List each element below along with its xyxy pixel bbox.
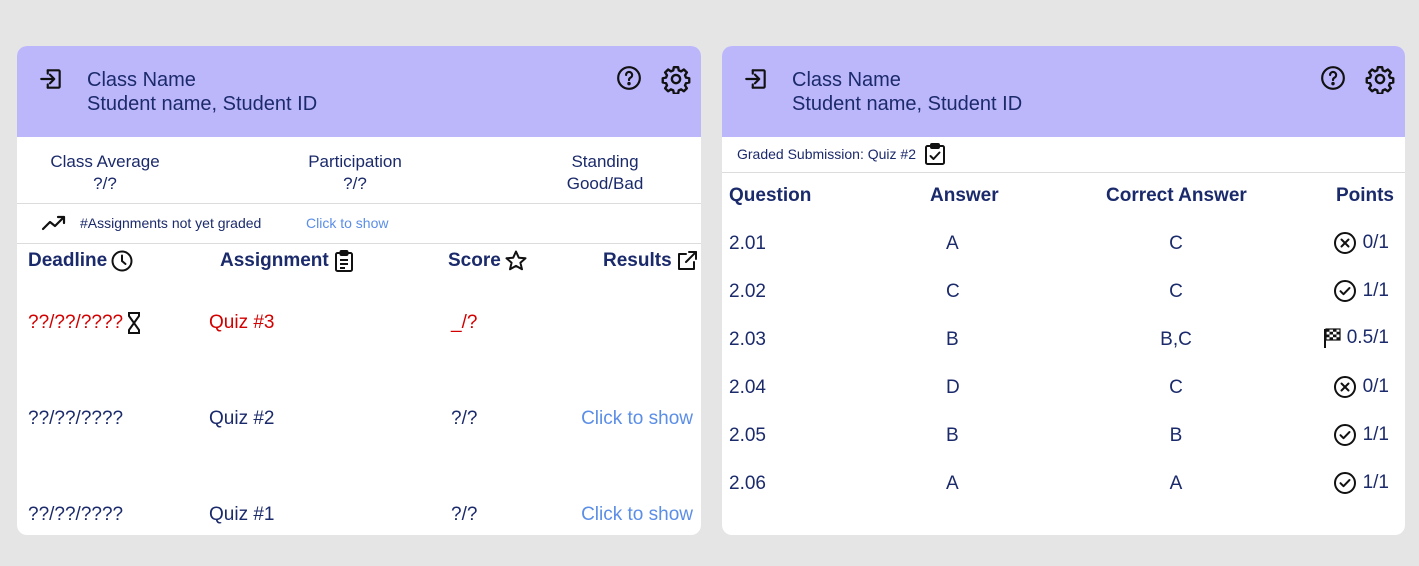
points-value: 1/1 [1362, 424, 1389, 445]
deadline-cell: ??/??/???? [28, 408, 124, 429]
points-value: 1/1 [1362, 472, 1389, 493]
clipboard-icon [334, 250, 353, 272]
grades-overview-panel: Class Name Student name, Student ID Clas… [17, 46, 701, 535]
points-value: 1/1 [1362, 280, 1389, 301]
hourglass-icon [128, 312, 141, 334]
points-cell: 0/1 [1333, 375, 1389, 399]
correct-answer: A [1169, 473, 1183, 494]
graded-submission-panel: Class Name Student name, Student ID Grad… [722, 46, 1405, 535]
points-value: 0.5/1 [1346, 327, 1389, 348]
column-label: Score [448, 250, 501, 271]
checkered-flag-icon [1323, 327, 1347, 349]
stat-label: Participation [308, 152, 402, 171]
points-cell: 0/1 [1333, 231, 1389, 255]
student-answer: B [946, 425, 959, 446]
clock-icon [111, 250, 133, 272]
show-ungraded-link[interactable]: Click to show [306, 215, 388, 231]
clipboard-check-icon [924, 143, 945, 165]
column-header-answer: Answer [930, 185, 999, 206]
x-circle-icon [1333, 375, 1363, 399]
column-header-assignment[interactable]: Assignment [220, 249, 356, 273]
external-link-icon [677, 251, 697, 270]
check-circle-icon [1333, 471, 1363, 495]
divider [17, 203, 701, 204]
star-icon [505, 250, 527, 271]
student-answer: A [946, 473, 959, 494]
trending-up-icon [41, 213, 67, 233]
question-number: 2.05 [729, 425, 766, 446]
points-cell: 1/1 [1333, 279, 1389, 303]
deadline-cell: ??/??/???? [28, 311, 142, 335]
score-cell: _/? [451, 312, 478, 333]
points-cell: 1/1 [1333, 471, 1389, 495]
divider [722, 172, 1405, 173]
x-circle-icon [1333, 231, 1363, 255]
check-circle-icon [1333, 423, 1363, 447]
stat-value: ?/? [343, 174, 367, 193]
column-header-score[interactable]: Score [448, 249, 528, 273]
column-label: Deadline [28, 250, 108, 271]
column-header-points: Points [1335, 185, 1394, 206]
stat-value: ?/? [93, 174, 117, 193]
divider [17, 243, 701, 244]
panel-header: Class Name Student name, Student ID [722, 46, 1405, 137]
check-circle-icon [1333, 279, 1363, 303]
stat-label: Class Average [50, 152, 160, 171]
column-header-results[interactable]: Results [603, 249, 699, 273]
stat-participation: Participation ?/? [295, 151, 415, 195]
show-results-link[interactable]: Click to show [581, 408, 693, 430]
question-number: 2.03 [729, 329, 766, 350]
points-cell: 1/1 [1333, 423, 1389, 447]
correct-answer: C [1169, 377, 1183, 398]
graded-submission-label: Graded Submission: Quiz #2 [737, 142, 946, 166]
student-answer: D [946, 377, 960, 398]
student-answer: C [946, 281, 960, 302]
assignment-cell[interactable]: Quiz #3 [209, 312, 274, 334]
class-name: Class Name [87, 69, 196, 91]
points-value: 0/1 [1362, 376, 1389, 397]
ungraded-assignments-label: #Assignments not yet graded [80, 215, 262, 231]
assignment-cell[interactable]: Quiz #1 [209, 504, 274, 526]
column-label: Results [603, 250, 672, 271]
student-answer: A [946, 233, 959, 254]
points-value: 0/1 [1362, 232, 1389, 253]
correct-answer: C [1169, 233, 1183, 254]
question-number: 2.01 [729, 233, 766, 254]
student-answer: B [946, 329, 959, 350]
correct-answer: B [1169, 425, 1183, 446]
stat-class-average: Class Average ?/? [43, 151, 167, 195]
score-cell: ?/? [451, 504, 478, 525]
question-number: 2.02 [729, 281, 766, 302]
stat-standing: Standing Good/Bad [555, 151, 655, 195]
column-header-deadline[interactable]: Deadline [28, 249, 134, 273]
points-cell: 0.5/1 [1323, 327, 1389, 349]
exit-icon[interactable] [743, 66, 769, 92]
graded-submission-text: Graded Submission: Quiz #2 [737, 146, 916, 162]
question-number: 2.04 [729, 377, 766, 398]
column-header-correct-answer: Correct Answer [1106, 185, 1247, 206]
class-name: Class Name [792, 69, 901, 91]
deadline-cell: ??/??/???? [28, 504, 124, 525]
panel-header: Class Name Student name, Student ID [17, 46, 701, 137]
deadline-date: ??/??/???? [28, 312, 124, 333]
gear-icon[interactable] [1365, 64, 1395, 94]
stat-value: Good/Bad [566, 174, 644, 193]
score-cell: ?/? [451, 408, 478, 429]
show-results-link[interactable]: Click to show [581, 504, 693, 526]
gear-icon[interactable] [661, 64, 691, 94]
column-header-question: Question [729, 185, 812, 206]
stat-label: Standing [571, 152, 639, 171]
student-info: Student name, Student ID [792, 93, 1023, 115]
column-label: Assignment [220, 250, 329, 271]
help-icon[interactable] [616, 65, 642, 91]
correct-answer: C [1169, 281, 1183, 302]
exit-icon[interactable] [38, 66, 64, 92]
assignment-cell[interactable]: Quiz #2 [209, 408, 274, 430]
help-icon[interactable] [1320, 65, 1346, 91]
student-info: Student name, Student ID [87, 93, 318, 115]
correct-answer: B,C [1160, 329, 1192, 350]
question-number: 2.06 [729, 473, 766, 494]
